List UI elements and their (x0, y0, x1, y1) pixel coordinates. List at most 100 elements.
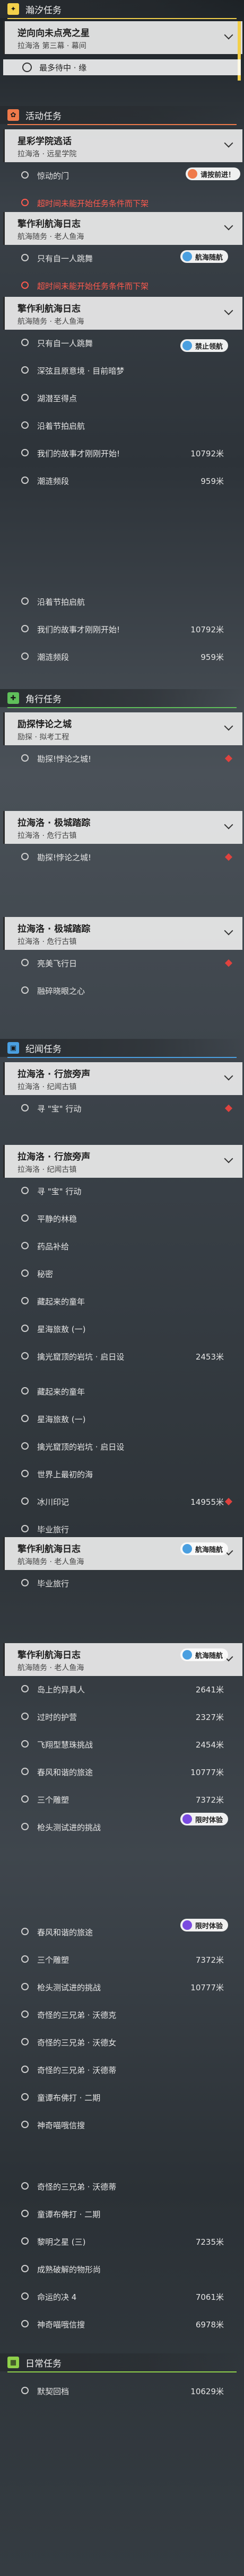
circle-icon (21, 421, 29, 429)
step-label: 只有自一人跳舞 (37, 254, 93, 263)
quest-header[interactable]: 励探悖论之城 励探 · 拟考工程 (3, 712, 242, 745)
step-label: 融碎晓眼之心 (37, 986, 85, 996)
badge-voyage: 航海随航 (180, 1648, 229, 1661)
quest-step[interactable]: 黎明之星 (三) 7235米 (16, 2228, 237, 2256)
quest-title: 拉海洛 · 极城踏踪 (18, 818, 91, 828)
circle-icon (21, 2210, 29, 2217)
quest-header[interactable]: 拉海洛 · 极城踏踪 拉海洛 · 危行古镇 (3, 917, 242, 950)
quest-header[interactable]: 拉海洛 · 行旅旁声 拉海洛 · 纪闻古镇 (3, 1062, 242, 1095)
quest-header[interactable]: 拉海洛 · 行旅旁声 拉海洛 · 纪闻古镇 (3, 1145, 242, 1178)
quest-step[interactable]: 沿着节拍启航 (16, 412, 237, 440)
quest-step[interactable]: 亮美飞行日 (16, 950, 237, 977)
circle-icon (21, 1955, 29, 1963)
chevron-up-icon (224, 30, 233, 40)
quest-step[interactable]: 融碎晓眼之心 (16, 977, 237, 1005)
quest-step[interactable]: 勘探!悖论之城! (16, 844, 237, 871)
circle-icon (21, 2182, 29, 2190)
quest-header[interactable]: 拉海洛 · 极城踏踪 拉海洛 · 危行古镇 (3, 811, 242, 844)
voyage-icon (182, 1544, 192, 1554)
step-label: 星海旅敖 (一) (37, 1325, 86, 1334)
circle-icon (21, 1525, 29, 1532)
quest-step[interactable]: 童谭布佛打 · 二期 (16, 2201, 237, 2228)
circle-icon (21, 1297, 29, 1304)
step-distance: 7372米 (195, 1955, 224, 1965)
quest-title: 擎作利航海日志 (18, 1544, 81, 1555)
quest-step[interactable]: 潮涟频段 959米 (16, 467, 237, 495)
step-label: 春风和谐的旅途 (37, 1768, 93, 1777)
quest-step[interactable]: 药品补给 (16, 1233, 237, 1260)
quest-step[interactable]: 我们的故事才刚刚开始! 10792米 (16, 616, 237, 643)
quest-step[interactable]: 默契回档 10629米 (16, 2378, 237, 2405)
step-label: 世界上最初的海 (37, 1470, 93, 1479)
quest-subtitle: 航海随务 · 老人鱼海 (18, 1558, 84, 1566)
quest-step[interactable]: 神奇喵哦信搜 6978米 (16, 2311, 237, 2339)
quest-step[interactable]: 飞翔型慧珠挑战 2454米 (16, 1731, 237, 1759)
section-title: 角行任务 (25, 694, 62, 705)
quest-step[interactable]: 擒光窟顶的岩坑 · 启日设 2453米 (16, 1343, 237, 1371)
section-event[interactable]: ✿ 活动任务 (0, 106, 244, 124)
section-world[interactable]: ✦ 瀚汐任务 (0, 0, 244, 18)
quest-step[interactable]: 毕业旅行 (16, 1570, 237, 1598)
chevron-up-icon (224, 1154, 233, 1163)
quest-step[interactable]: 寻 "宝" 行动 (16, 1095, 237, 1123)
section-daily[interactable]: ▦ 日常任务 (0, 2353, 244, 2371)
quest-step[interactable]: 湖潜至得点 (16, 385, 237, 412)
quest-step[interactable]: 奇怪的三兄弟 · 沃德蒂 (16, 2057, 237, 2084)
circle-icon (21, 1823, 29, 1830)
quest-step[interactable]: 沿着节拍启航 (16, 588, 237, 616)
quest-step[interactable]: 超时间未能开始任务条件而下架 (16, 272, 237, 300)
quest-header[interactable]: 擎作利航海日志 航海随务 · 老人鱼海 (3, 212, 242, 245)
quest-step[interactable]: 神奇喵哦信搜 (16, 2112, 237, 2139)
quest-step[interactable]: 过时的护营 2327米 (16, 1704, 237, 1731)
quest-step[interactable]: 奇怪的三兄弟 · 沃德女 (16, 2029, 237, 2057)
quest-step[interactable]: 藏起来的童年 (16, 1378, 237, 1406)
quest-step[interactable]: 冰川印记 14955米 (16, 1488, 237, 1516)
circle-icon (21, 1325, 29, 1332)
section-record[interactable]: ▣ 纪闻任务 (0, 1039, 244, 1057)
quest-step[interactable]: 寻 "宝" 行动 (16, 1178, 237, 1205)
quest-step[interactable]: 岛上的异具人 2641米 (16, 1676, 237, 1704)
step-label: 擒光窟顶的岩坑 · 启日设 (37, 1352, 125, 1362)
quest-step[interactable]: 秘密 (16, 1260, 237, 1288)
quest-step[interactable]: 星海旅敖 (一) (16, 1406, 237, 1433)
circle-icon (21, 2237, 29, 2245)
circle-icon (21, 394, 29, 401)
quest-step[interactable]: 春风和谐的旅途 10777米 (16, 1759, 237, 1786)
daily-section-icon: ▦ (7, 2357, 19, 2368)
quest-subtitle: 航海随务 · 老人鱼海 (18, 233, 84, 241)
quest-title: 擎作利航海日志 (18, 219, 81, 230)
quest-subtitle: 拉海洛 第三幕 · 幕间 (18, 42, 86, 50)
quest-step[interactable]: 深弦且原意境 · 目前暗梦 (16, 357, 237, 385)
quest-header[interactable]: 擎作利航海日志 航海随务 · 老人鱼海 (3, 297, 242, 330)
quest-step[interactable]: 命运的决 4 7061米 (16, 2283, 237, 2311)
quest-step[interactable]: 成熟破解的物形尚 (16, 2256, 237, 2283)
step-distance: 10629米 (190, 2387, 224, 2396)
active-step-bar[interactable]: 最多待中 · 缘 (3, 59, 241, 75)
quest-step[interactable]: 世界上最初的海 (16, 1461, 237, 1488)
quest-step[interactable]: 奇怪的三兄弟 · 沃德克 (16, 2001, 237, 2029)
badge-label: 限时体验 (195, 1816, 223, 1824)
quest-step[interactable]: 三个雕塑 7372米 (16, 1786, 237, 1814)
quest-step[interactable]: 奇怪的三兄弟 · 沃德蒂 (16, 2173, 237, 2201)
circle-icon (21, 2292, 29, 2300)
quest-header[interactable]: 星彩学院逃话 拉海洛 · 远星学院 (3, 129, 242, 162)
step-label: 冰川印记 (37, 1497, 69, 1507)
trial-section-icon: ✚ (7, 692, 19, 704)
quest-header[interactable]: 逆向向未点亮之星 拉海洛 第三幕 · 幕间 (3, 21, 242, 54)
circle-icon (21, 1242, 29, 1249)
quest-step[interactable]: 平静的林稳 (16, 1205, 237, 1233)
quest-step[interactable]: 我们的故事才刚刚开始! 10792米 (16, 440, 237, 467)
chevron-up-icon (224, 820, 233, 830)
circle-icon (21, 1713, 29, 1720)
badge-voyage: 航海随航 (180, 1542, 229, 1555)
section-divider (7, 1057, 237, 1058)
quest-step[interactable]: 枪头测试进的挑战 10777米 (16, 1974, 237, 2001)
quest-step[interactable]: 三个雕塑 7372米 (16, 1946, 237, 1974)
quest-step[interactable]: 擒光窟顶的岩坑 · 启日设 (16, 1433, 237, 1461)
section-trial[interactable]: ✚ 角行任务 (0, 689, 244, 707)
quest-step[interactable]: 童谭布佛打 · 二期 (16, 2084, 237, 2112)
quest-step[interactable]: 潮涟频段 959米 (16, 643, 237, 671)
quest-step[interactable]: 星海旅敖 (一) (16, 1316, 237, 1343)
quest-step[interactable]: 勘探!悖论之城! (16, 745, 237, 773)
quest-step[interactable]: 藏起来的童年 (16, 1288, 237, 1316)
